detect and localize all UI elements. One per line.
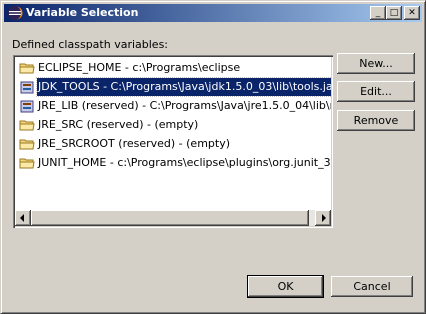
- variable-label: JRE_LIB (reserved) - C:\Programs\Java\jr…: [38, 99, 331, 112]
- new-button[interactable]: New...: [337, 53, 415, 74]
- cancel-button[interactable]: Cancel: [331, 276, 413, 297]
- maximize-button[interactable]: □: [386, 6, 402, 20]
- window-title: Variable Selection: [26, 6, 139, 19]
- folder-icon: [19, 139, 35, 150]
- edit-button-label: Edit...: [360, 85, 392, 98]
- scroll-thumb[interactable]: [31, 210, 309, 226]
- eclipse-icon: [8, 6, 23, 20]
- jar-icon: [20, 81, 34, 94]
- variable-label: JRE_SRC (reserved) - (empty): [38, 118, 199, 131]
- scroll-right-button[interactable]: [315, 210, 331, 226]
- title-bar[interactable]: Variable Selection _ □ ✕: [4, 4, 422, 22]
- folder-icon: [19, 63, 35, 74]
- horizontal-scrollbar[interactable]: [15, 210, 331, 226]
- variable-label: JRE_SRCROOT (reserved) - (empty): [38, 137, 231, 150]
- variable-label: JDK_TOOLS - C:\Programs\Java\jdk1.5.0_03…: [35, 77, 331, 97]
- folder-icon: [19, 158, 35, 169]
- minimize-button[interactable]: _: [370, 6, 386, 20]
- variable-label: ECLIPSE_HOME - c:\Programs\eclipse: [38, 61, 241, 74]
- ok-button-label: OK: [277, 280, 294, 293]
- arrow-left-icon: [20, 214, 24, 222]
- ok-button[interactable]: OK: [248, 276, 323, 297]
- close-icon: ✕: [408, 8, 416, 18]
- cancel-button-label: Cancel: [353, 280, 391, 293]
- arrow-right-icon: [322, 214, 326, 222]
- remove-button-label: Remove: [353, 114, 399, 127]
- dialog-window: Variable Selection _ □ ✕ Defined classpa…: [0, 0, 426, 314]
- variables-list[interactable]: ECLIPSE_HOME - c:\Programs\eclipse JDK_TO…: [13, 55, 333, 228]
- variable-label: JUNIT_HOME - c:\Programs\eclipse\plugins…: [38, 156, 331, 169]
- edit-button[interactable]: Edit...: [337, 81, 415, 102]
- remove-button[interactable]: Remove: [337, 110, 415, 131]
- variables-label: Defined classpath variables:: [12, 38, 169, 51]
- scroll-left-button[interactable]: [15, 210, 31, 226]
- folder-icon: [19, 120, 35, 131]
- new-button-label: New...: [359, 57, 393, 70]
- maximize-icon: □: [389, 8, 399, 18]
- jar-icon: [20, 100, 34, 113]
- close-button[interactable]: ✕: [404, 6, 420, 20]
- minimize-icon: _: [375, 8, 381, 18]
